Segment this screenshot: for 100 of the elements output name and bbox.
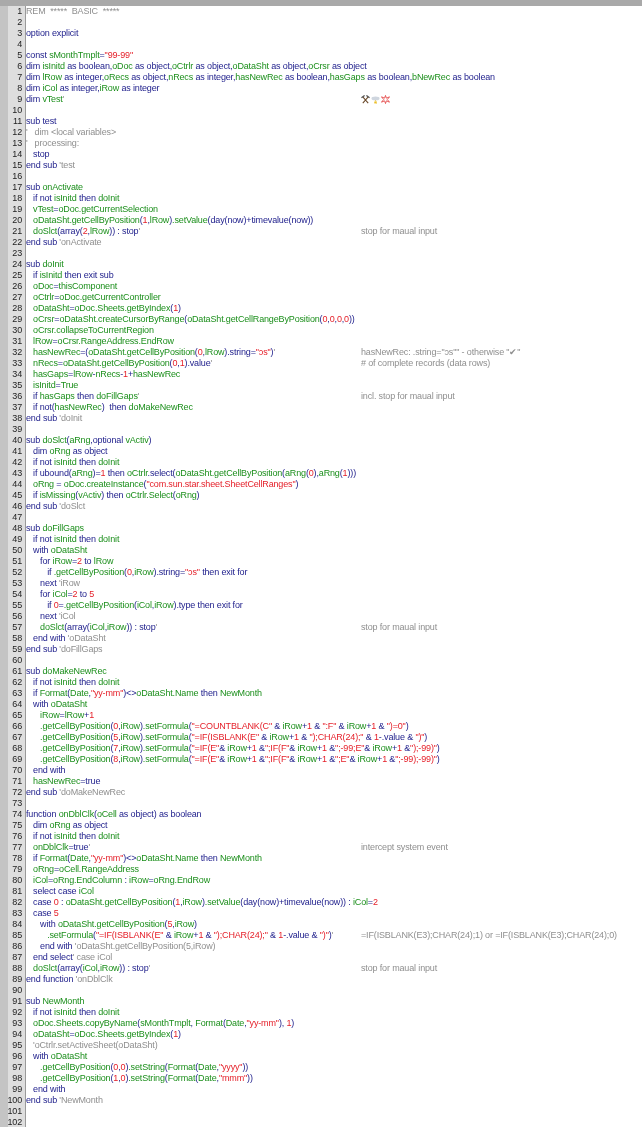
line-number: 8	[16, 83, 23, 94]
code-comment: intercept system event	[361, 842, 448, 853]
code-line: if isMissing(vActiv) then oCtrlr.Select(oRng)	[32, 490, 200, 500]
code-line: hasGaps=lRow-nRecs-1+hasNewRec	[32, 369, 181, 379]
code-line: dim vTest'	[26, 94, 65, 104]
line-number: 5	[16, 50, 23, 61]
code-line: doSlct(array(iCol,iRow)) : stop'	[32, 963, 151, 973]
code-comment: =IF(ISBLANK(E3);CHAR(24);1) or =IF(ISBLANK(E3);CHAR(24);0)	[361, 930, 617, 941]
code-line: .getCellByPosition(7,iRow).setFormula("=IF(E"& iRow+1 &";IF(F"& iRow+1 &";-99;E"& iRow+1 &");-99)")	[39, 743, 440, 753]
line-number: 82	[11, 897, 23, 908]
line-number: 69	[11, 754, 23, 765]
line-number: 66	[11, 721, 23, 732]
line-number: 80	[11, 875, 23, 886]
code-line: oDataSht.getCellByPosition(1,lRow).setValue(day(now)+timevalue(now))	[32, 215, 314, 225]
line-number: 64	[11, 699, 23, 710]
code-line: if not isInitd then doInit	[32, 193, 120, 203]
line-number: 11	[11, 116, 23, 127]
code-line: dim iCol as integer,iRow as integer	[26, 83, 160, 93]
line-number: 21	[11, 226, 23, 237]
code-line: if Format(Date,"yy-mm")<>oDataSht.Name then NewMonth	[32, 688, 262, 698]
line-number: 98	[11, 1073, 23, 1084]
code-line: dim isInitd as boolean,oDoc as object,oCtrlr as object,oDataSht as object,oCrsr as object	[26, 61, 367, 71]
line-number: 61	[11, 666, 23, 677]
line-number: 17	[11, 182, 23, 193]
code-line: end sub 'NewMonth	[26, 1095, 103, 1105]
code-line: .getCellByPosition(8,iRow).setFormula("=IF(E"& iRow+1 &";IF(F"& iRow+1 &";E"& iRow+1 &";-99);-99)")	[39, 754, 440, 764]
code-line: const sMonthTmplt="99-99"	[26, 50, 133, 60]
line-number: 40	[11, 435, 23, 446]
code-line: end sub 'doInit	[26, 413, 83, 423]
line-number: 72	[11, 787, 23, 798]
code-line: sub NewMonth	[26, 996, 85, 1006]
line-number: 35	[11, 380, 23, 391]
line-number: 1	[16, 6, 23, 17]
line-number: 43	[11, 468, 23, 479]
code-line: function onDblClk(oCell as object) as boolean	[26, 809, 202, 819]
line-number: 94	[11, 1029, 23, 1040]
line-number: 37	[11, 402, 23, 413]
line-number: 102	[6, 1117, 23, 1127]
line-number: 13	[11, 138, 23, 149]
code-line: hasNewRec=(oDataSht.getCellByPosition(0,lRow).string="ↄs")'	[32, 347, 275, 357]
code-line: dim oRng as object	[32, 446, 108, 456]
line-number: 26	[11, 281, 23, 292]
line-number: 76	[11, 831, 23, 842]
code-line: if Format(Date,"yy-mm")<>oDataSht.Name then NewMonth	[32, 853, 262, 863]
line-number: 67	[11, 732, 23, 743]
code-line: if not isInitd then doInit	[32, 457, 120, 467]
line-number: 90	[11, 985, 23, 996]
line-number: 75	[11, 820, 23, 831]
line-number: 101	[6, 1106, 23, 1117]
code-comment: hasNewRec: .string="ↄs"" - otherwise "✔"	[361, 347, 521, 358]
code-line: if not(hasNewRec) then doMakeNewRec	[32, 402, 193, 412]
line-number: 20	[11, 215, 23, 226]
code-line: sub test	[26, 116, 57, 126]
line-number: 44	[11, 479, 23, 490]
line-number: 78	[11, 853, 23, 864]
line-number: 92	[11, 1007, 23, 1018]
code-line: select case iCol	[32, 886, 94, 896]
line-number: 60	[11, 655, 23, 666]
code-line: oDataSht=oDoc.Sheets.getByIndex(1)	[32, 303, 181, 313]
line-number: 81	[11, 886, 23, 897]
line-number: 99	[11, 1084, 23, 1095]
code-line: sub doSlct(aRng,optional vActiv)	[26, 435, 152, 445]
code-line: end with	[32, 765, 66, 775]
code-line: if not isInitd then doInit	[32, 677, 120, 687]
line-number: 71	[11, 776, 23, 787]
cloud-icon	[371, 95, 380, 104]
code-line: oDataSht=oDoc.Sheets.getByIndex(1)	[32, 1029, 181, 1039]
line-number: 23	[11, 248, 23, 259]
line-number: 45	[11, 490, 23, 501]
code-line: oDoc.Sheets.copyByName(sMonthTmplt, Format(Date,"yy-mm"), 1)	[32, 1018, 295, 1028]
line-number: 46	[11, 501, 23, 512]
line-number: 49	[11, 534, 23, 545]
line-number: 24	[11, 259, 23, 270]
line-number: 84	[11, 919, 23, 930]
line-number: 73	[11, 798, 23, 809]
code-line: with oDataSht	[32, 699, 88, 709]
code-line: dim oRng as object	[32, 820, 108, 830]
line-number: 56	[11, 611, 23, 622]
code-line: oCrsr=oDataSht.createCursorByRange(oDataSht.getCellRangeByPosition(0,0,0,0))	[32, 314, 355, 324]
line-number: 12	[11, 127, 23, 138]
code-line: .getCellByPosition(0,iRow).setFormula("=COUNTBLANK(C" & iRow+1 & ":F" & iRow+1 & ")=0")	[39, 721, 409, 731]
hammer-and-pick-icon	[361, 95, 370, 104]
line-number: 68	[11, 743, 23, 754]
line-number: 85	[11, 930, 23, 941]
code-line: option explicit	[26, 28, 79, 38]
line-number: 89	[11, 974, 23, 985]
line-number: 29	[11, 314, 23, 325]
code-line: next 'iCol	[39, 611, 76, 621]
code-line: oRng = oDoc.createInstance("com.sun.star.sheet.SheetCellRanges")	[32, 479, 299, 489]
code-line: .getCellByPosition(0,0).setString(Format(Date,"yyyy"))	[39, 1062, 249, 1072]
code-line: oDoc=thisComponent	[32, 281, 118, 291]
line-number: 96	[11, 1051, 23, 1062]
code-comment: incl. stop for maual input	[361, 391, 455, 402]
code-line: if 0=.getCellByPosition(iCol,iRow).type then exit for	[46, 600, 243, 610]
line-number: 4	[16, 39, 23, 50]
code-line: onDblClk=true'	[32, 842, 90, 852]
line-number: 91	[11, 996, 23, 1007]
code-line: next 'iRow	[39, 578, 80, 588]
line-number: 77	[11, 842, 23, 853]
code-line: end sub 'onActivate	[26, 237, 102, 247]
